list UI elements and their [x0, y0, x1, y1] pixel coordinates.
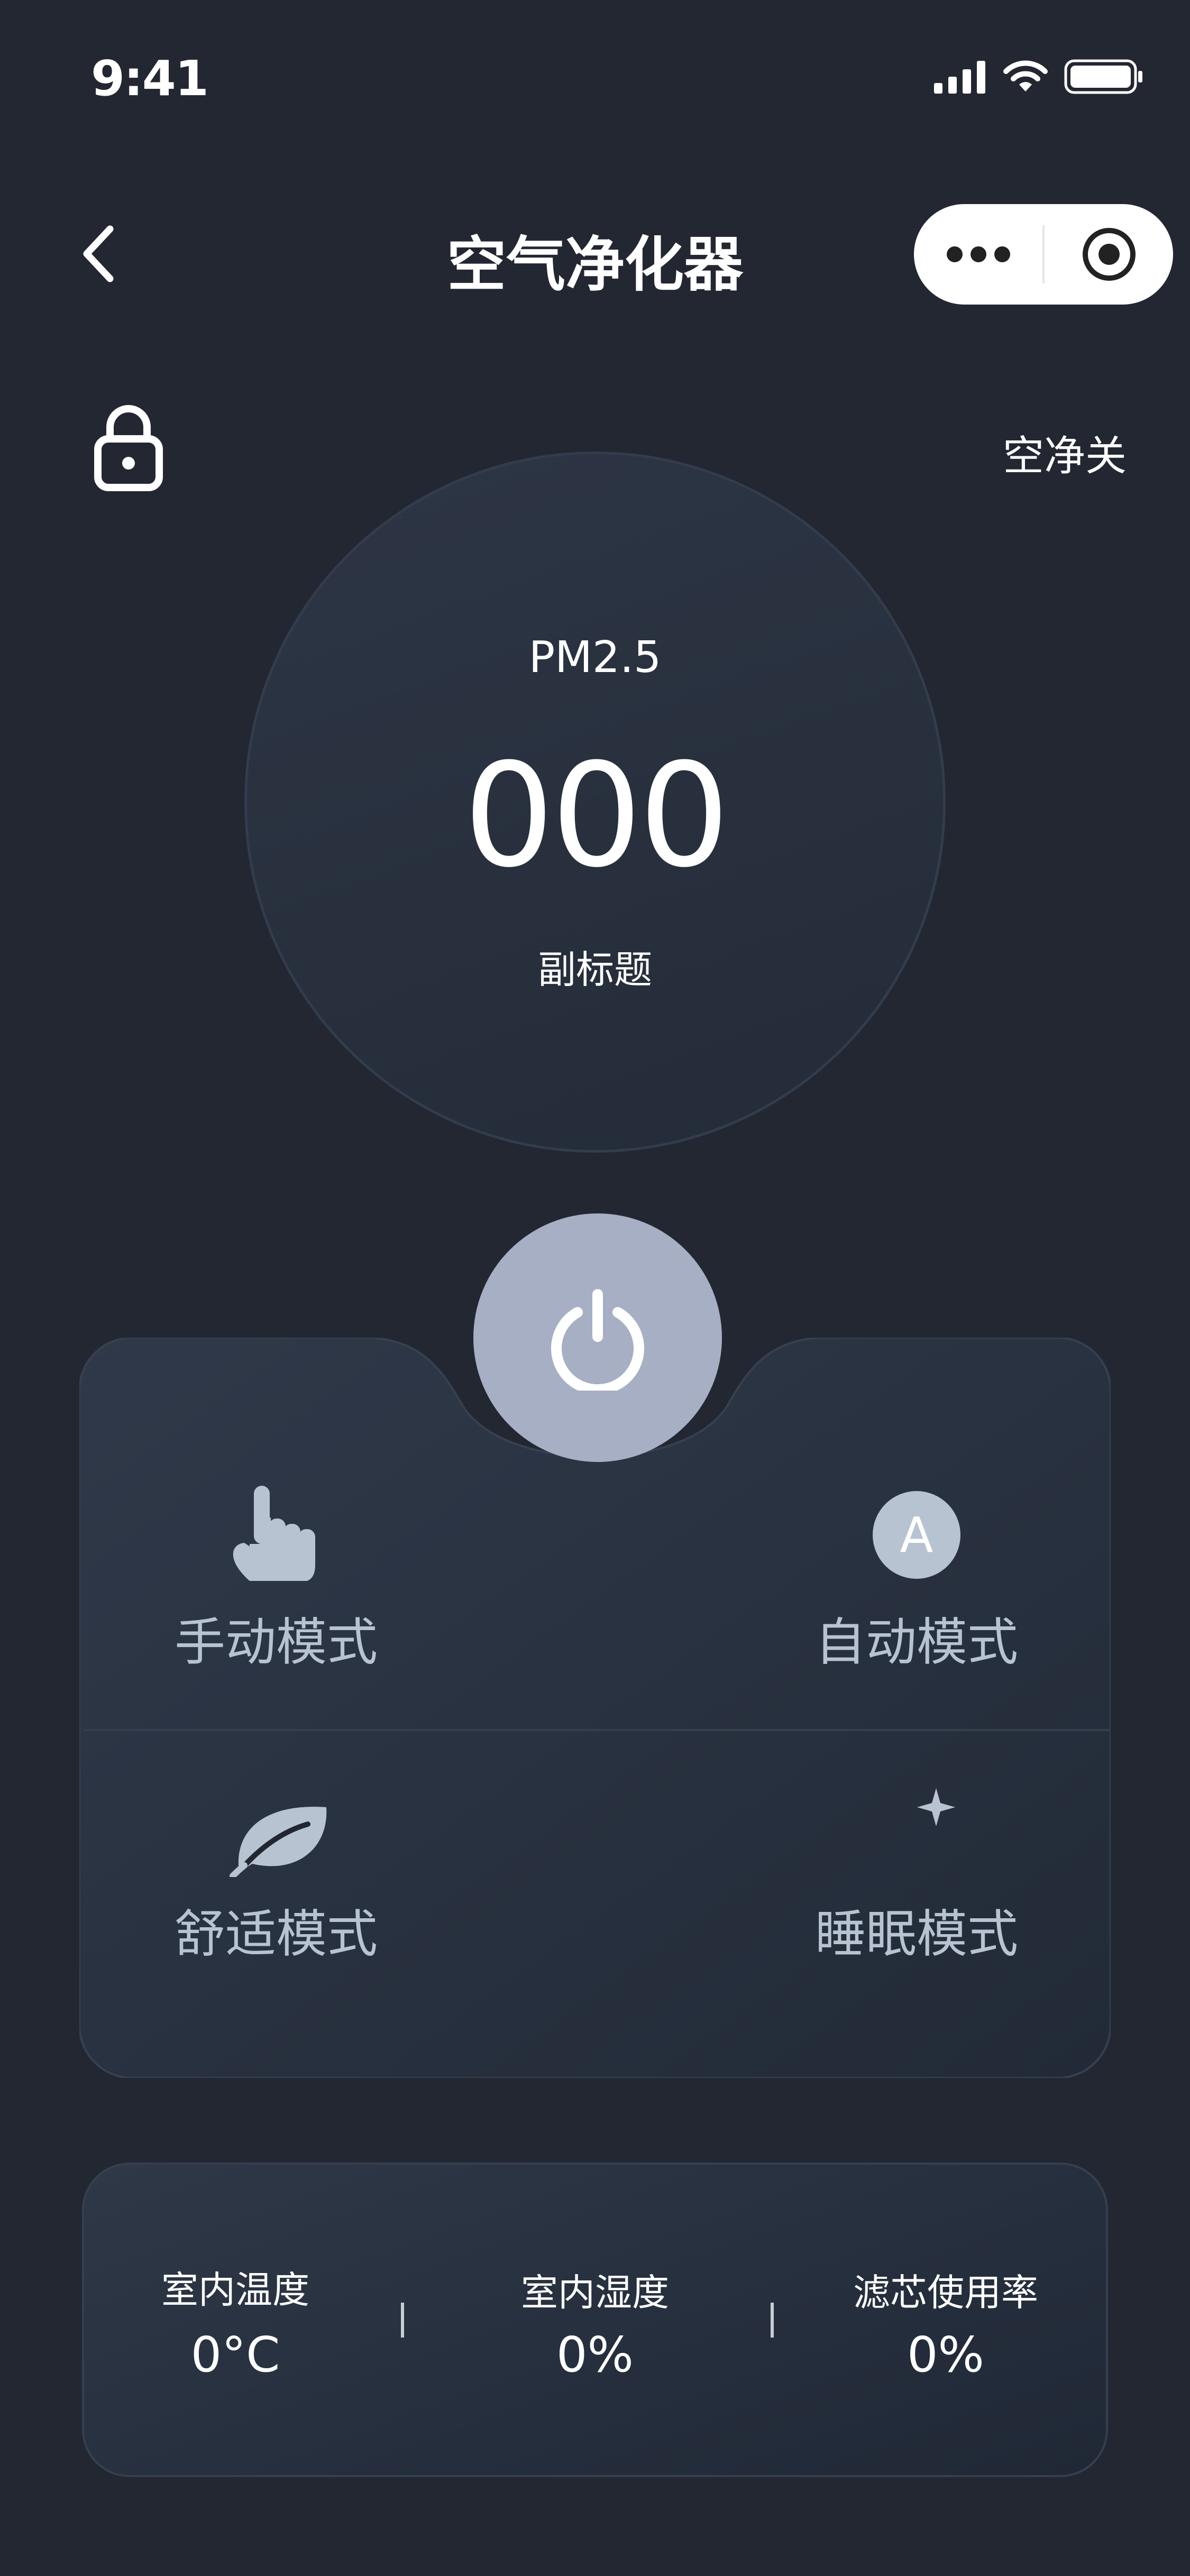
pm-label: PM2.5	[528, 632, 662, 683]
mode-sleep[interactable]: 睡眠模式	[779, 1787, 1054, 1988]
mini-program-capsule	[914, 204, 1173, 305]
wifi-icon	[1003, 60, 1048, 91]
auto-a-icon: A	[873, 1491, 960, 1579]
status-time: 9:41	[91, 50, 209, 107]
close-mini-program-button[interactable]	[1045, 204, 1173, 305]
lock-icon	[94, 405, 163, 491]
auto-a-letter: A	[900, 1506, 933, 1563]
mode-comfort-label: 舒适模式	[175, 1905, 378, 1964]
moon-star-icon	[866, 1787, 967, 1882]
more-button[interactable]	[914, 204, 1042, 305]
power-button[interactable]	[473, 1213, 722, 1462]
filter-usage-label: 滤芯使用率	[853, 2271, 1038, 2314]
battery-icon	[1064, 59, 1142, 94]
indoor-temperature-value: 0°C	[190, 2326, 280, 2383]
hand-pointer-icon	[228, 1480, 324, 1581]
filter-usage-value: 0%	[907, 2326, 984, 2383]
indoor-humidity-label: 室内湿度	[521, 2271, 669, 2314]
mode-auto[interactable]: A 自动模式	[779, 1480, 1054, 1681]
mode-manual[interactable]: 手动模式	[139, 1480, 414, 1681]
status-icons	[934, 58, 1143, 95]
indoor-humidity-value: 0%	[556, 2326, 634, 2383]
mode-manual-label: 手动模式	[175, 1613, 378, 1672]
stat-separator	[401, 2303, 404, 2338]
indoor-temperature-label: 室内温度	[161, 2268, 309, 2312]
mode-auto-label: 自动模式	[815, 1613, 1018, 1672]
more-dots-icon	[946, 246, 1010, 262]
mode-sleep-label: 睡眠模式	[815, 1905, 1018, 1964]
power-icon	[551, 1289, 644, 1391]
purifier-status-text: 空净关	[1002, 433, 1127, 480]
pm-subtitle: 副标题	[537, 947, 652, 992]
mode-divider	[84, 1729, 1110, 1731]
target-circle-icon	[1082, 228, 1136, 281]
mode-comfort[interactable]: 舒适模式	[139, 1787, 414, 1988]
child-lock-button[interactable]	[94, 402, 163, 492]
pm-value: 000	[463, 732, 729, 899]
stat-separator	[771, 2303, 774, 2338]
cellular-signal-icon	[934, 61, 985, 94]
leaf-icon	[228, 1798, 329, 1877]
stats-panel	[82, 2163, 1108, 2477]
